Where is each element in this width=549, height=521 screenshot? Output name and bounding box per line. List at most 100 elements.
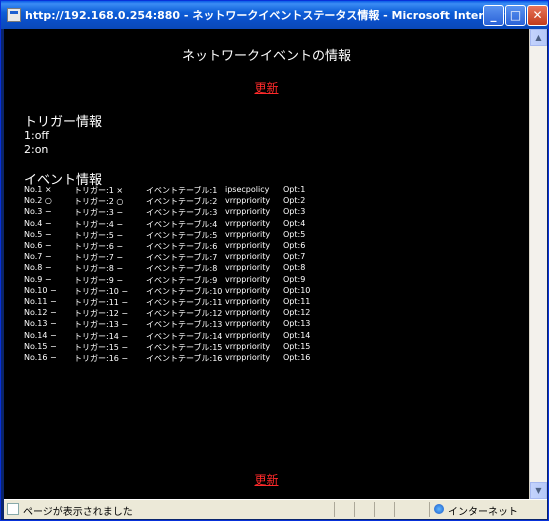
status-bar: ページが表示されました インターネット bbox=[4, 499, 547, 519]
status-divider bbox=[374, 502, 375, 517]
event-table: イベントテーブル:8 bbox=[146, 264, 218, 274]
event-number: No.13 − bbox=[24, 319, 57, 329]
event-opt: Opt:2 bbox=[283, 196, 306, 206]
status-divider bbox=[394, 502, 395, 517]
event-table: イベントテーブル:16 bbox=[146, 354, 223, 363]
event-number: No.2 ○ bbox=[24, 196, 52, 206]
event-number: No.1 × bbox=[24, 185, 52, 194]
event-table: イベントテーブル:13 bbox=[146, 320, 223, 330]
refresh-link-top[interactable]: 更新 bbox=[4, 79, 529, 96]
event-trigger: トリガー:5 − bbox=[74, 230, 124, 240]
ie-page-icon bbox=[7, 8, 21, 22]
event-number: No.12 − bbox=[24, 308, 57, 318]
event-name: vrrppriority bbox=[225, 297, 271, 306]
event-name: vrrppriority bbox=[225, 207, 271, 217]
event-opt: Opt:14 bbox=[283, 330, 311, 340]
trigger-status-1: 1:off bbox=[24, 129, 50, 142]
event-number: No.15 − bbox=[24, 341, 57, 351]
event-number: No.6 − bbox=[24, 241, 52, 250]
title-bar[interactable]: http://192.168.0.254:880 - ネットワークイベントステー… bbox=[1, 1, 548, 29]
event-trigger: トリガー:13 − bbox=[74, 320, 129, 330]
security-zone-label: インターネット bbox=[448, 507, 518, 518]
minimize-button[interactable]: _ bbox=[483, 5, 504, 26]
event-name: vrrppriority bbox=[225, 308, 271, 318]
scroll-up-arrow-icon[interactable]: ▲ bbox=[530, 29, 547, 46]
event-opt: Opt:11 bbox=[283, 297, 311, 306]
event-number: No.16 − bbox=[24, 353, 57, 362]
event-table: イベントテーブル:11 bbox=[146, 298, 223, 307]
event-table: イベントテーブル:2 bbox=[146, 197, 218, 207]
event-opt: Opt:3 bbox=[283, 207, 306, 217]
event-trigger: トリガー:15 − bbox=[74, 342, 129, 352]
window-title: http://192.168.0.254:880 - ネットワークイベントステー… bbox=[25, 9, 536, 22]
internet-zone-icon bbox=[434, 504, 444, 514]
event-number: No.9 − bbox=[24, 274, 52, 284]
event-table: イベントテーブル:1 bbox=[146, 186, 218, 195]
event-name: vrrppriority bbox=[225, 241, 271, 250]
status-text: ページが表示されました bbox=[23, 507, 133, 518]
event-number: No.10 − bbox=[24, 285, 57, 295]
event-trigger: トリガー:2 ○ bbox=[74, 197, 124, 207]
event-table: イベントテーブル:14 bbox=[146, 331, 223, 341]
close-button[interactable]: ✕ bbox=[527, 5, 548, 26]
event-name: vrrppriority bbox=[225, 196, 271, 206]
page-title: ネットワークイベントの情報 bbox=[181, 49, 351, 64]
event-trigger: トリガー:4 − bbox=[74, 219, 124, 229]
event-trigger: トリガー:10 − bbox=[74, 286, 129, 296]
event-name: vrrppriority bbox=[225, 218, 271, 228]
event-opt: Opt:10 bbox=[283, 285, 311, 295]
page-content: ネットワークイベントの情報 更新 トリガー情報 1:off 2:on イベント情… bbox=[4, 29, 529, 499]
event-trigger: トリガー:11 − bbox=[74, 298, 129, 307]
event-trigger: トリガー:6 − bbox=[74, 242, 124, 251]
event-opt: Opt:5 bbox=[283, 229, 306, 239]
event-name: vrrppriority bbox=[225, 263, 271, 273]
trigger-status-2: 2:on bbox=[24, 143, 49, 156]
event-table: イベントテーブル:7 bbox=[146, 253, 218, 263]
event-opt: Opt:9 bbox=[283, 274, 306, 284]
event-table: イベントテーブル:12 bbox=[146, 309, 223, 319]
page-done-icon bbox=[7, 503, 19, 515]
event-opt: Opt:7 bbox=[283, 252, 306, 262]
event-opt: Opt:13 bbox=[283, 319, 311, 329]
event-number: No.5 − bbox=[24, 229, 52, 239]
scroll-down-arrow-icon[interactable]: ▼ bbox=[530, 482, 547, 499]
event-number: No.14 − bbox=[24, 330, 57, 340]
event-trigger: トリガー:12 − bbox=[74, 309, 129, 319]
refresh-link-bottom[interactable]: 更新 bbox=[4, 471, 529, 488]
event-name: vrrppriority bbox=[225, 341, 271, 351]
event-trigger: トリガー:16 − bbox=[74, 354, 129, 363]
event-name: vrrppriority bbox=[225, 285, 271, 295]
event-table: イベントテーブル:9 bbox=[146, 275, 218, 285]
vertical-scrollbar[interactable]: ▲ ▼ bbox=[529, 29, 547, 499]
event-table: イベントテーブル:5 bbox=[146, 230, 218, 240]
event-name: ipsecpolicy bbox=[225, 185, 270, 194]
event-opt: Opt:8 bbox=[283, 263, 306, 273]
event-number: No.4 − bbox=[24, 218, 52, 228]
event-name: vrrppriority bbox=[225, 229, 271, 239]
event-opt: Opt:6 bbox=[283, 241, 306, 250]
event-opt: Opt:16 bbox=[283, 353, 311, 362]
event-trigger: トリガー:14 − bbox=[74, 331, 129, 341]
event-number: No.11 − bbox=[24, 297, 57, 306]
event-name: vrrppriority bbox=[225, 252, 271, 262]
maximize-button[interactable]: □ bbox=[505, 5, 526, 26]
event-trigger: トリガー:1 × bbox=[74, 186, 124, 195]
event-name: vrrppriority bbox=[225, 330, 271, 340]
event-number: No.8 − bbox=[24, 263, 52, 273]
status-divider bbox=[429, 502, 430, 517]
browser-viewport: ネットワークイベントの情報 更新 トリガー情報 1:off 2:on イベント情… bbox=[4, 29, 547, 499]
event-table: イベントテーブル:6 bbox=[146, 242, 218, 251]
event-table: イベントテーブル:15 bbox=[146, 342, 223, 352]
event-opt: Opt:15 bbox=[283, 341, 311, 351]
trigger-heading: トリガー情報 bbox=[24, 115, 103, 130]
event-name: vrrppriority bbox=[225, 319, 271, 329]
event-name: vrrppriority bbox=[225, 274, 271, 284]
event-trigger: トリガー:9 − bbox=[74, 275, 124, 285]
status-divider bbox=[354, 502, 355, 517]
status-divider bbox=[334, 502, 335, 517]
event-number: No.7 − bbox=[24, 252, 52, 262]
event-trigger: トリガー:7 − bbox=[74, 253, 124, 263]
event-trigger: トリガー:8 − bbox=[74, 264, 124, 274]
event-table: イベントテーブル:10 bbox=[146, 286, 223, 296]
browser-window: http://192.168.0.254:880 - ネットワークイベントステー… bbox=[0, 0, 549, 521]
